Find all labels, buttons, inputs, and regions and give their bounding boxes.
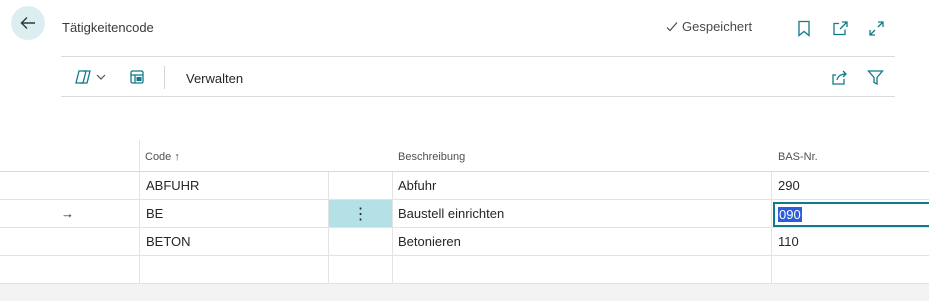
page-title: Tätigkeitencode (62, 20, 154, 35)
back-arrow-icon (20, 17, 35, 29)
column-divider (139, 256, 140, 283)
share-icon (832, 70, 847, 85)
checkmark-icon (666, 21, 678, 31)
column-divider (771, 228, 772, 255)
page-footer-area (0, 284, 929, 301)
toolbar-separator (164, 66, 165, 89)
current-row-arrow-icon: → (61, 206, 74, 221)
open-new-window-icon (832, 20, 848, 35)
manage-menu[interactable]: Verwalten (186, 71, 243, 86)
beschreibung-cell[interactable]: Abfuhr (398, 172, 436, 199)
selected-text: 090 (778, 207, 802, 222)
table-row-selected[interactable]: → BE ⋮ Baustell einrichten 090 (0, 200, 929, 228)
column-header-code[interactable]: Code ↑ (145, 140, 180, 171)
filter-button[interactable] (867, 68, 884, 86)
chevron-down-icon (96, 74, 106, 80)
open-new-window-button[interactable] (831, 19, 849, 37)
page-layout-button[interactable] (129, 68, 145, 86)
bas-nr-cell[interactable]: 110 (778, 228, 799, 255)
column-divider (328, 172, 329, 199)
column-divider (771, 256, 772, 283)
filter-icon (867, 69, 884, 85)
column-divider (328, 256, 329, 283)
action-bar: Verwalten (61, 56, 895, 97)
copilot-icon (75, 70, 91, 84)
bookmark-button[interactable] (795, 19, 813, 37)
code-cell[interactable]: BETON (146, 228, 191, 255)
column-divider (392, 228, 393, 255)
column-divider (139, 140, 140, 171)
sort-ascending-icon: ↑ (174, 150, 180, 163)
column-header-bas-nr[interactable]: BAS-Nr. (778, 140, 818, 171)
column-divider (328, 228, 329, 255)
column-divider (139, 200, 140, 227)
beschreibung-cell[interactable]: Betonieren (398, 228, 461, 255)
beschreibung-cell[interactable]: Baustell einrichten (398, 200, 504, 227)
table-row[interactable]: ABFUHR Abfuhr 290 (0, 172, 929, 200)
column-divider (392, 256, 393, 283)
code-cell[interactable]: BE (146, 200, 163, 227)
save-status-label: Gespeichert (682, 19, 753, 34)
table-row[interactable]: BETON Betonieren 110 (0, 228, 929, 256)
bas-nr-cell[interactable]: 290 (778, 172, 800, 199)
table-row-new[interactable] (0, 256, 929, 284)
share-button[interactable] (831, 68, 848, 86)
expand-icon (868, 20, 884, 36)
column-divider (139, 172, 140, 199)
column-divider (771, 172, 772, 199)
expand-button[interactable] (867, 19, 885, 37)
back-button[interactable] (11, 6, 45, 40)
column-divider (392, 200, 393, 227)
bas-nr-input[interactable]: 090 (773, 202, 929, 227)
page-layout-icon (130, 70, 144, 84)
column-divider (139, 228, 140, 255)
bookmark-icon (798, 20, 810, 37)
row-actions-button[interactable]: ⋮ (329, 200, 392, 227)
column-divider (771, 200, 772, 227)
code-cell[interactable]: ABFUHR (146, 172, 199, 199)
copilot-menu-button[interactable] (74, 68, 107, 86)
column-divider (392, 172, 393, 199)
column-header-beschreibung[interactable]: Beschreibung (398, 140, 465, 171)
save-status: Gespeichert (665, 19, 752, 34)
table-header-row: Code ↑ Beschreibung BAS-Nr. (0, 140, 929, 172)
